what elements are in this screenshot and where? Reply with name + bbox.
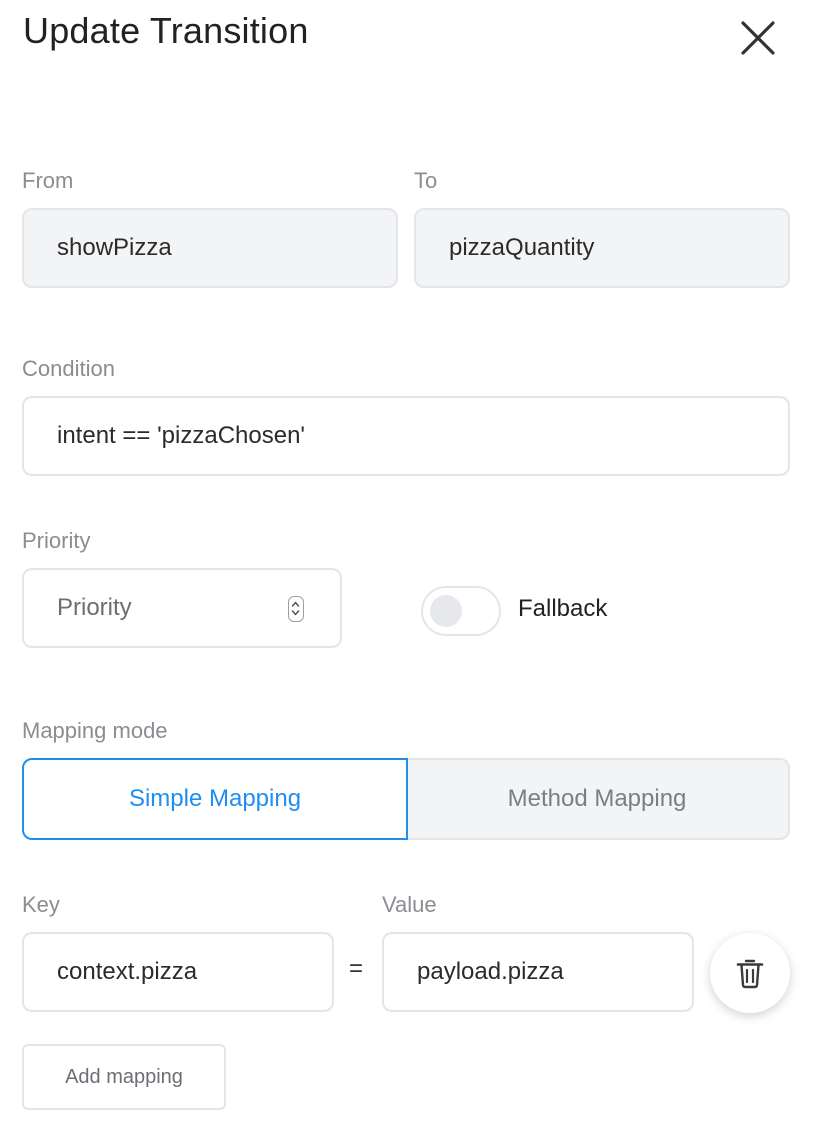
- mapping-value-input[interactable]: payload.pizza: [382, 932, 694, 1012]
- close-button[interactable]: [736, 16, 780, 60]
- equals-sign: =: [349, 955, 364, 982]
- dialog-title: Update Transition: [23, 10, 309, 51]
- method-mapping-tab[interactable]: Method Mapping: [406, 758, 790, 840]
- fallback-toggle[interactable]: [421, 586, 501, 636]
- value-label: Value: [382, 892, 437, 917]
- delete-mapping-button[interactable]: [710, 933, 790, 1013]
- add-mapping-button[interactable]: Add mapping: [22, 1044, 226, 1110]
- priority-placeholder: Priority: [57, 594, 132, 621]
- close-icon: [741, 21, 775, 55]
- fallback-label: Fallback: [518, 595, 608, 622]
- mapping-key-input[interactable]: context.pizza: [22, 932, 334, 1012]
- from-value: showPizza: [57, 234, 172, 261]
- from-field[interactable]: showPizza: [22, 208, 398, 288]
- from-label: From: [22, 168, 74, 193]
- priority-label: Priority: [22, 528, 91, 553]
- key-label: Key: [22, 892, 60, 917]
- mapping-mode-label: Mapping mode: [22, 718, 168, 743]
- update-transition-dialog: Update Transition From showPizza To pizz…: [0, 0, 816, 1148]
- condition-value: intent == 'pizzaChosen': [57, 422, 305, 449]
- mapping-key-value: context.pizza: [57, 958, 198, 985]
- stepper-icon[interactable]: [288, 596, 304, 622]
- to-value: pizzaQuantity: [449, 234, 595, 261]
- mapping-value-value: payload.pizza: [417, 958, 564, 985]
- priority-input[interactable]: Priority: [22, 568, 342, 648]
- to-field[interactable]: pizzaQuantity: [414, 208, 790, 288]
- trash-icon: [736, 959, 764, 989]
- to-label: To: [414, 168, 438, 193]
- condition-input[interactable]: intent == 'pizzaChosen': [22, 396, 790, 476]
- simple-mapping-tab[interactable]: Simple Mapping: [22, 758, 408, 840]
- toggle-knob: [430, 595, 462, 627]
- condition-label: Condition: [22, 356, 115, 381]
